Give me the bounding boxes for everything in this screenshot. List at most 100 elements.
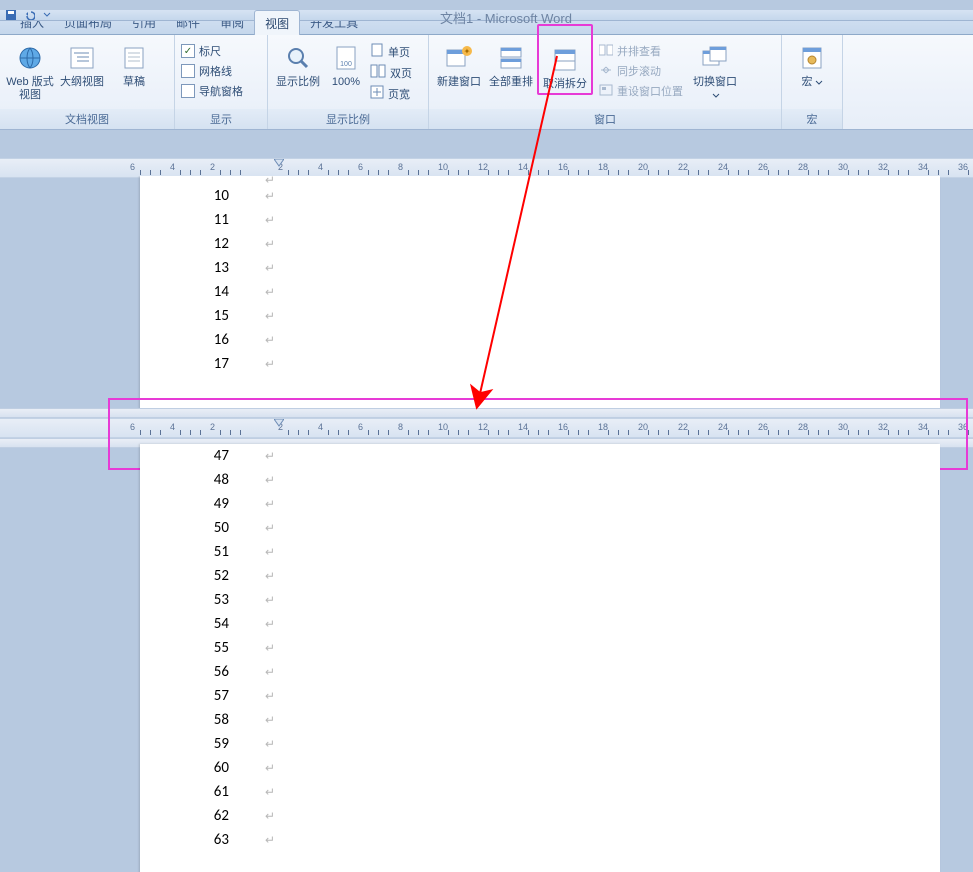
magnifier-icon [282,42,314,74]
outline-view-button[interactable]: 大纲视图 [58,40,106,89]
window-option-icon [599,64,613,79]
document-pane-top[interactable]: ↵10↵11↵12↵13↵14↵15↵16↵17↵ [140,176,940,409]
window-compare-options: 并排查看同步滚动重设窗口位置 [599,40,683,100]
paragraph-mark-icon: ↵ [265,213,275,228]
checkbox-网格线[interactable]: 网格线 [181,62,243,80]
remove-split-button[interactable]: 取消拆分 [541,42,589,91]
document-line[interactable]: 48↵ [140,468,940,492]
svg-text:100: 100 [340,61,352,68]
paragraph-mark-icon: ↵ [265,333,275,348]
horizontal-ruler-top[interactable]: 64224681012141618202224262830323436 [0,158,973,178]
paragraph-mark-icon: ↵ [265,689,275,704]
document-line[interactable]: 54↵ [140,612,940,636]
document-line[interactable]: 16↵ [140,328,940,352]
document-line[interactable]: 10↵ [140,184,940,208]
window-option-icon [599,84,613,99]
macros-icon [796,42,828,74]
save-icon[interactable] [4,10,18,20]
document-line[interactable]: 15↵ [140,304,940,328]
document-area: ↵10↵11↵12↵13↵14↵15↵16↵17↵ 64224681012141… [0,176,973,872]
paragraph-mark-icon: ↵ [265,285,275,300]
group-label-macros: 宏 [782,109,842,129]
dropdown-icon[interactable] [40,10,54,20]
paragraph-mark-icon: ↵ [265,357,275,372]
window-title: 文档1 - Microsoft Word [440,8,572,27]
document-line[interactable]: 11↵ [140,208,940,232]
paragraph-mark-icon: ↵ [265,641,275,656]
switch-windows-icon [699,42,731,74]
paragraph-mark-icon: ↵ [265,521,275,536]
window-重设窗口位置: 重设窗口位置 [599,82,683,100]
document-line[interactable]: 14↵ [140,280,940,304]
new-window-icon: ✦ [443,42,475,74]
globe-icon [14,42,46,74]
switch-windows-button[interactable]: 切换窗口 [691,40,739,102]
group-label-document-views: 文档视图 [0,109,174,129]
paragraph-mark-icon: ↵ [265,617,275,632]
page-icon [370,43,384,60]
paragraph-mark-icon: ↵ [265,261,275,276]
paragraph-mark-icon: ↵ [265,237,275,252]
paragraph-mark-icon: ↵ [265,545,275,560]
draft-view-button[interactable]: 草稿 [110,40,158,89]
checkbox-icon [181,84,195,98]
document-line[interactable]: 58↵ [140,708,940,732]
group-document-views: Web 版式视图 大纲视图 草稿 文档视图 [0,35,175,129]
draft-icon [118,42,150,74]
arrange-all-icon [495,42,527,74]
tab-视图[interactable]: 视图 [254,10,300,35]
arrange-all-button[interactable]: 全部重排 [487,40,535,89]
group-macros: 宏 宏 [782,35,843,129]
document-line[interactable]: 47↵ [140,444,940,468]
first-line-indent-marker[interactable] [274,159,284,167]
group-window: ✦ 新建窗口 全部重排 取消拆分 并排查看同步滚动重设窗口位置 切换窗口 窗口 [429,35,782,129]
paragraph-mark-icon: ↵ [265,785,275,800]
paragraph-mark-icon: ↵ [265,569,275,584]
paragraph-mark-icon: ↵ [265,665,275,680]
document-pane-bottom[interactable]: 47↵48↵49↵50↵51↵52↵53↵54↵55↵56↵57↵58↵59↵6… [140,444,940,872]
document-line[interactable]: 50↵ [140,516,940,540]
page-icon [370,64,386,81]
checkbox-导航窗格[interactable]: 导航窗格 [181,82,243,100]
checkbox-标尺[interactable]: ✓标尺 [181,42,243,60]
new-window-button[interactable]: ✦ 新建窗口 [435,40,483,89]
paragraph-mark-icon: ↵ [265,833,275,848]
zoom-button[interactable]: 显示比例 [274,40,322,89]
paragraph-mark-icon: ↵ [265,809,275,824]
zoom-100-button[interactable]: 100 100% [326,40,366,89]
zoom-双页[interactable]: 双页 [370,63,412,82]
document-line[interactable]: 55↵ [140,636,940,660]
document-line[interactable]: 60↵ [140,756,940,780]
document-line[interactable]: 61↵ [140,780,940,804]
group-label-zoom: 显示比例 [268,109,428,129]
page-icon [370,85,384,102]
zoom-单页[interactable]: 单页 [370,42,412,61]
macros-button[interactable]: 宏 [788,40,836,89]
group-show: ✓标尺网格线导航窗格 显示 [175,35,268,129]
document-line[interactable]: 59↵ [140,732,940,756]
document-line[interactable]: 57↵ [140,684,940,708]
document-line[interactable]: 53↵ [140,588,940,612]
document-line[interactable]: 12↵ [140,232,940,256]
web-layout-button[interactable]: Web 版式视图 [6,40,54,102]
paragraph-mark-icon: ↵ [265,593,275,608]
window-option-icon [599,44,613,59]
paragraph-mark-icon: ↵ [265,309,275,324]
group-label-window: 窗口 [429,109,781,129]
document-line[interactable]: 49↵ [140,492,940,516]
document-line[interactable]: 13↵ [140,256,940,280]
document-line[interactable]: 17↵ [140,352,940,376]
document-line[interactable]: 56↵ [140,660,940,684]
undo-icon[interactable] [22,10,36,20]
document-line[interactable]: 52↵ [140,564,940,588]
paragraph-mark-icon: ↵ [265,449,275,464]
document-line[interactable]: 62↵ [140,804,940,828]
document-line[interactable]: 63↵ [140,828,940,852]
window-同步滚动: 同步滚动 [599,62,683,80]
outline-icon [66,42,98,74]
zoom-页宽[interactable]: 页宽 [370,84,412,103]
group-zoom: 显示比例 100 100% 单页双页页宽 显示比例 [268,35,429,129]
document-line[interactable]: 51↵ [140,540,940,564]
paragraph-mark-icon: ↵ [265,189,275,204]
svg-text:✦: ✦ [464,47,471,56]
